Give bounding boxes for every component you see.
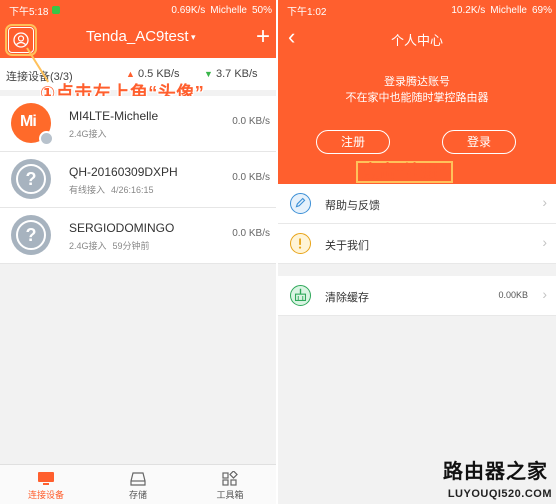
cache-size: 0.00KB <box>498 290 528 300</box>
status-bar: 下午5:18 0.69K/s Michelle 50% <box>0 0 276 20</box>
device-connection: 2.4G接入 <box>69 129 107 139</box>
profile-header: ‹ 个人中心 <box>278 20 556 56</box>
device-rate: 0.0 KB/s <box>232 228 270 239</box>
device-row[interactable]: ? SERGIODOMINGO 2.4G接入 59分钟前 0.0 KB/s <box>0 208 276 264</box>
tab-connected-devices[interactable]: 连接设备 <box>0 465 92 504</box>
login-button[interactable]: 登录 <box>442 130 516 154</box>
download-rate: ▼ 3.7 KB/s <box>204 68 258 80</box>
device-list: Mi MI4LTE-Michelle 2.4G接入 0.0 KB/s ? QH-… <box>0 96 276 264</box>
monitor-icon <box>38 472 54 485</box>
chevron-down-icon[interactable]: ▾ <box>191 32 196 43</box>
login-prompt-subtitle: 不在家中也能随时掌控路由器 <box>345 92 489 104</box>
upload-arrow-icon: ▲ <box>126 69 135 79</box>
tab-storage[interactable]: 存储 <box>92 465 184 504</box>
download-arrow-icon: ▼ <box>204 69 213 79</box>
right-screen: 下午1:02 10.2K/s Michelle 69% ‹ 个人中心 登录腾达账… <box>278 0 556 504</box>
device-connection: 有线接入 4/26:16:15 <box>69 185 154 195</box>
battery-level: 69% <box>531 4 552 16</box>
status-time: 下午1:02 <box>287 6 327 18</box>
register-button[interactable]: 注册 <box>316 130 390 154</box>
question-icon: ? <box>11 215 51 255</box>
router-name-title[interactable]: Tenda_AC9test <box>86 28 189 45</box>
network-speed: 10.2K/s <box>451 4 486 16</box>
person-badge-icon <box>39 131 54 146</box>
device-name: SERGIODOMINGO <box>69 221 175 235</box>
device-row[interactable]: ? QH-20160309DXPH 有线接入 4/26:16:15 0.0 KB/… <box>0 152 276 208</box>
status-bar: 下午1:02 10.2K/s Michelle 69% <box>278 0 556 20</box>
watermark-url: LUYOUQI520.COM <box>447 488 552 500</box>
device-rate: 0.0 KB/s <box>232 172 270 183</box>
chevron-right-icon: › <box>542 194 547 210</box>
app-header: Tenda_AC9test ▾ + <box>0 20 276 58</box>
device-rate: 0.0 KB/s <box>232 116 270 127</box>
bottom-tab-bar: 连接设备 存储 工具箱 <box>0 464 276 504</box>
storage-icon <box>130 472 146 486</box>
settings-menu: 帮助与反馈 › 关于我们 › <box>278 184 556 264</box>
tab-toolbox[interactable]: 工具箱 <box>184 465 276 504</box>
page-title: 个人中心 <box>390 33 443 48</box>
device-connection: 2.4G接入 59分钟前 <box>69 241 150 251</box>
left-screen: 下午5:18 0.69K/s Michelle 50% Tenda_AC9tes… <box>0 0 276 504</box>
menu-item-clear-cache[interactable]: 清除缓存 0.00KB › <box>278 276 556 316</box>
chevron-right-icon: › <box>542 286 547 302</box>
toolbox-icon <box>222 471 238 486</box>
help-edit-icon <box>290 193 311 214</box>
broom-icon <box>290 285 311 306</box>
download-rate-value: 3.7 KB/s <box>215 68 258 80</box>
device-name: QH-20160309DXPH <box>69 165 178 179</box>
add-icon[interactable]: + <box>256 22 270 52</box>
avatar-button[interactable] <box>5 24 37 56</box>
network-speed: 0.69K/s <box>171 4 206 16</box>
device-row[interactable]: Mi MI4LTE-Michelle 2.4G接入 0.0 KB/s <box>0 96 276 152</box>
menu-item-help-feedback[interactable]: 帮助与反馈 › <box>278 184 556 224</box>
chevron-right-icon: › <box>542 234 547 250</box>
cache-menu: 清除缓存 0.00KB › <box>278 276 556 316</box>
app-notification-icon <box>52 6 61 14</box>
status-time: 下午5:18 <box>9 6 49 18</box>
question-icon: ? <box>11 159 51 199</box>
carrier-name: Michelle <box>490 4 527 16</box>
user-avatar-icon <box>13 32 29 48</box>
watermark-text: 路由器之家 <box>443 461 548 483</box>
mi-logo-icon: Mi <box>11 103 54 146</box>
battery-level: 50% <box>251 4 272 16</box>
info-icon <box>290 233 311 254</box>
carrier-name: Michelle <box>210 4 247 16</box>
menu-item-about-us[interactable]: 关于我们 › <box>278 224 556 264</box>
device-name: MI4LTE-Michelle <box>69 109 159 123</box>
callout-tap-register: 点击“注册” <box>356 161 453 183</box>
login-prompt-title: 登录腾达账号 <box>384 76 450 88</box>
